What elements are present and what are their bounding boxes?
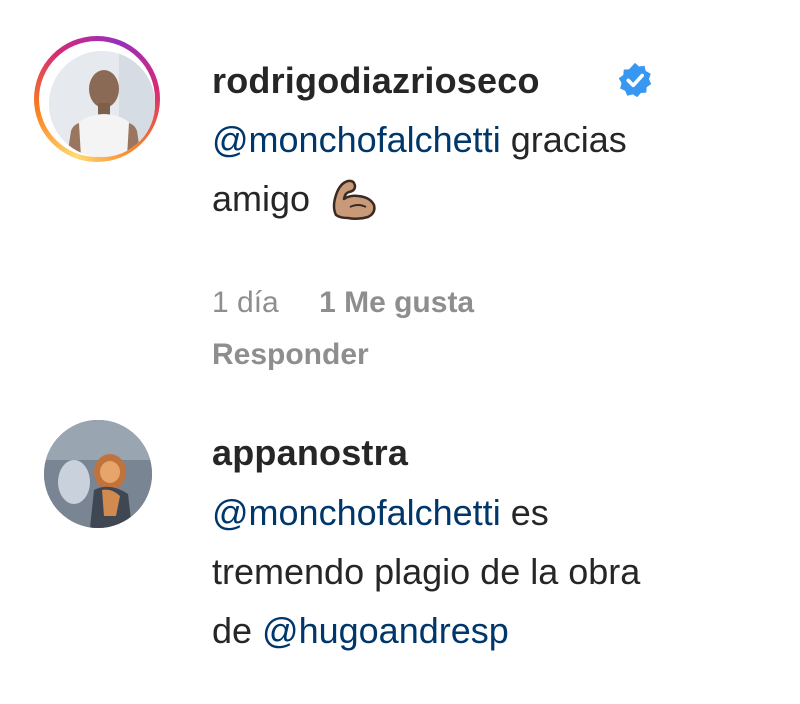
comment-text-fragment: gracias xyxy=(500,119,627,160)
comment-meta: 1 día 1 Me gusta xyxy=(212,286,474,320)
avatar[interactable] xyxy=(49,51,155,157)
comment-text: @monchofalchetti gracias amigo xyxy=(212,110,782,228)
avatar[interactable] xyxy=(44,420,152,528)
comment-timestamp: 1 día xyxy=(212,286,279,319)
comment-text: @monchofalchetti es tremendo plagio de l… xyxy=(212,483,782,660)
comment-text-fragment: es xyxy=(500,492,549,533)
mention-link[interactable]: @monchofalchetti xyxy=(212,492,501,533)
comment-text-fragment: de xyxy=(212,610,263,651)
comment-text-fragment: tremendo plagio de la obra xyxy=(212,551,641,592)
comment-likes-link[interactable]: 1 Me gusta xyxy=(319,286,474,319)
comment-text-fragment: amigo xyxy=(212,178,311,219)
mention-link[interactable]: @monchofalchetti xyxy=(212,119,501,160)
comment-username[interactable]: appanostra xyxy=(212,432,408,474)
avatar-portrait-icon xyxy=(49,51,155,157)
verified-badge-icon xyxy=(618,62,652,98)
flexed-biceps-icon xyxy=(332,179,376,221)
reply-button[interactable]: Responder xyxy=(212,338,369,372)
comment-username[interactable]: rodrigodiazrioseco xyxy=(212,60,540,102)
story-ring[interactable] xyxy=(34,36,160,162)
avatar-ring-gap xyxy=(39,41,155,157)
avatar-artwork-icon xyxy=(44,420,152,528)
mention-link[interactable]: @hugoandresp xyxy=(262,610,509,651)
